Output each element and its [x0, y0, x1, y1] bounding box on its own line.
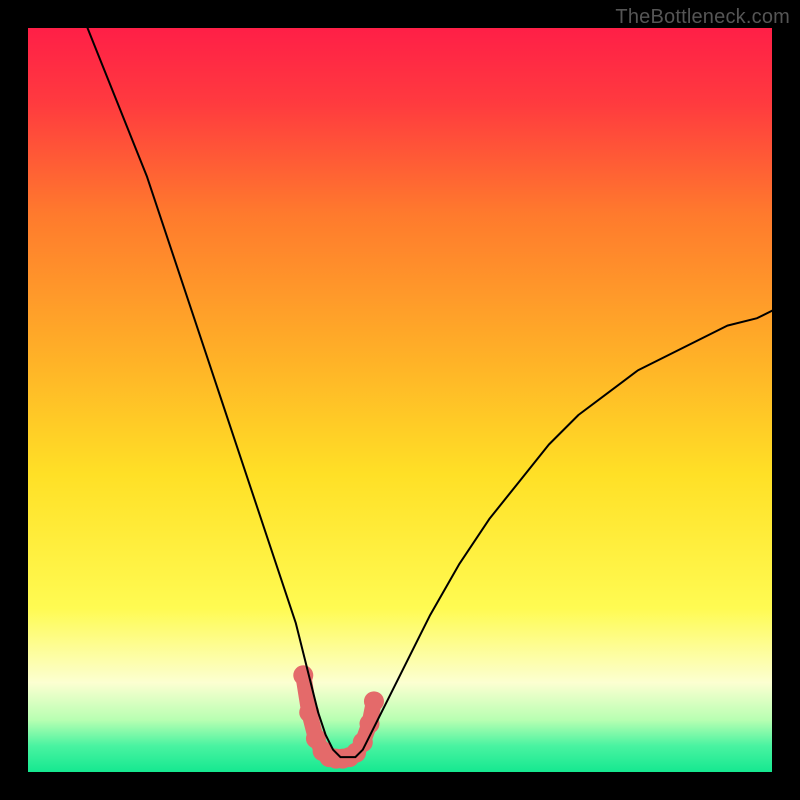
plot-area: [28, 28, 772, 772]
chart-svg: [28, 28, 772, 772]
watermark-text: TheBottleneck.com: [615, 6, 790, 29]
valley-highlight-dot: [364, 691, 384, 711]
chart-outer-frame: TheBottleneck.com: [0, 0, 800, 800]
gradient-background: [28, 28, 772, 772]
